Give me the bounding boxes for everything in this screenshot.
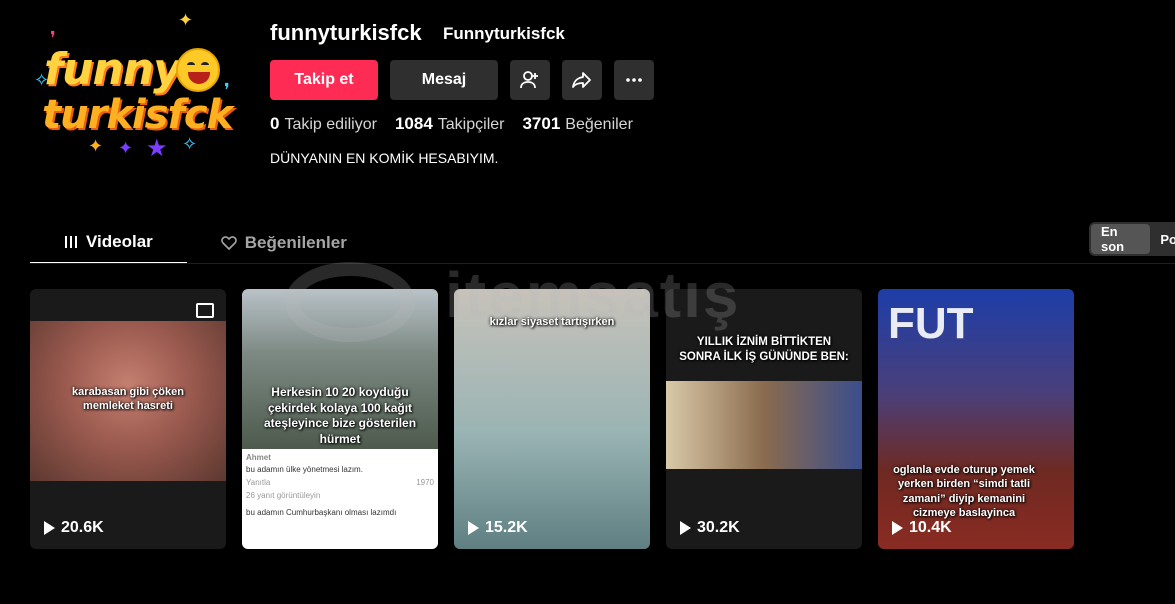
profile-stats: 0 Takip ediliyor 1084 Takipçiler 3701 Beğen… xyxy=(270,114,633,134)
view-count-text: 15.2K xyxy=(485,519,528,536)
grid-icon xyxy=(65,236,77,248)
following-count: 0 xyxy=(270,114,280,133)
follow-button[interactable]: Takip et xyxy=(270,60,378,100)
view-count-text: 30.4K xyxy=(273,519,316,536)
view-count-text: 10.4K xyxy=(909,519,952,536)
video-grid: karabasan gibi çöken memleket hasreti 20… xyxy=(30,289,1074,549)
share-icon xyxy=(572,72,591,88)
following-label: Takip ediliyor xyxy=(284,116,377,133)
sort-latest[interactable]: En son xyxy=(1091,224,1151,254)
play-icon xyxy=(680,521,691,535)
video-caption: karabasan gibi çöken memleket hasreti xyxy=(72,386,184,413)
profile-tabs: Videolar Beğenilenler xyxy=(30,222,381,264)
message-button[interactable]: Mesaj xyxy=(390,60,498,100)
tab-liked-label: Beğenilenler xyxy=(244,233,347,252)
play-icon xyxy=(256,521,267,535)
smiley-icon xyxy=(176,48,220,92)
username: funnyturkisfck xyxy=(270,20,422,45)
following-stat[interactable]: 0 Takip ediliyor xyxy=(270,114,377,134)
nickname: Funnyturkisfck xyxy=(443,24,565,43)
comment-likes: 1970 xyxy=(416,478,434,487)
play-icon xyxy=(468,521,479,535)
view-count: 30.4K xyxy=(256,519,316,537)
sparkle-icon: ❜ xyxy=(224,80,230,100)
view-count: 15.2K xyxy=(468,519,528,537)
logo-text-turkisfck: turkisfck xyxy=(42,92,233,138)
bio: DÜNYANIN EN KOMİK HESABIYIM. xyxy=(270,150,499,166)
add-user-icon xyxy=(520,71,538,89)
add-friend-button[interactable] xyxy=(510,60,550,100)
tab-videos-label: Videolar xyxy=(86,232,153,251)
view-count-text: 20.6K xyxy=(61,519,104,536)
video-caption: oglanla evde oturup yemek yerken birden … xyxy=(893,464,1035,519)
view-count: 30.2K xyxy=(680,519,740,537)
logo-text-funny: funny xyxy=(44,44,182,95)
comment-text: bu adamın ülke yönetmesi lazım. xyxy=(246,465,363,474)
share-button[interactable] xyxy=(562,60,602,100)
video-card[interactable]: karabasan gibi çöken memleket hasreti 20… xyxy=(30,289,226,549)
video-card[interactable]: kızlar siyaset tartışırken 15.2K xyxy=(454,289,650,549)
view-count: 10.4K xyxy=(892,519,952,537)
star-icon: ✦ xyxy=(118,138,134,158)
video-caption: kızlar siyaset tartışırken xyxy=(489,316,615,328)
sort-popular[interactable]: Po xyxy=(1150,224,1175,254)
sort-toggle: En son Po xyxy=(1089,222,1175,256)
video-card[interactable]: Herkesin 10 20 koyduğu çekirdek kolaya 1… xyxy=(242,289,438,549)
heart-icon xyxy=(220,236,237,250)
star-icon: ✦ xyxy=(178,10,194,30)
tab-divider xyxy=(30,263,1175,264)
tab-liked[interactable]: Beğenilenler xyxy=(187,222,381,264)
likes-count: 3701 xyxy=(522,114,561,133)
more-button[interactable] xyxy=(614,60,654,100)
tab-videos[interactable]: Videolar xyxy=(30,222,187,264)
video-card[interactable]: YILLIK İZNİM BİTTİKTEN SONRA İLK İŞ GÜNÜ… xyxy=(666,289,862,549)
play-icon xyxy=(44,521,55,535)
view-count: 20.6K xyxy=(44,519,104,537)
star-icon: ★ xyxy=(146,135,168,162)
play-icon xyxy=(892,521,903,535)
followers-count: 1084 xyxy=(394,114,433,133)
view-count-text: 30.2K xyxy=(697,519,740,536)
video-banner: FUT xyxy=(888,299,974,348)
video-caption: YILLIK İZNİM BİTTİKTEN SONRA İLK İŞ GÜNÜ… xyxy=(679,336,849,363)
likes-label: Beğeniler xyxy=(565,116,633,133)
comment-user: Ahmet xyxy=(246,453,271,462)
video-caption: Herkesin 10 20 koyduğu çekirdek kolaya 1… xyxy=(263,385,417,446)
video-card[interactable]: FUT oglanla evde oturup yemek yerken bir… xyxy=(878,289,1074,549)
comment-reply: Yanıtla xyxy=(246,478,271,487)
avatar[interactable]: ✦ ❜ ✧ funny turkisfck ✦ ✦ ★ ✧ ❜ xyxy=(30,10,250,162)
photo-icon xyxy=(196,303,214,318)
comment-replies: 26 yanıt görüntüleyin xyxy=(246,491,321,500)
comment-text-2: bu adamın Cumhurbaşkanı olması lazımdı xyxy=(246,508,397,517)
likes-stat: 3701 Beğeniler xyxy=(522,114,632,134)
video-thumbnail xyxy=(666,381,862,469)
more-icon xyxy=(626,78,642,82)
star-icon: ✦ xyxy=(88,136,104,156)
followers-label: Takipçiler xyxy=(437,116,505,133)
sparkle-icon: ✧ xyxy=(182,134,198,154)
followers-stat[interactable]: 1084 Takipçiler xyxy=(395,114,505,134)
